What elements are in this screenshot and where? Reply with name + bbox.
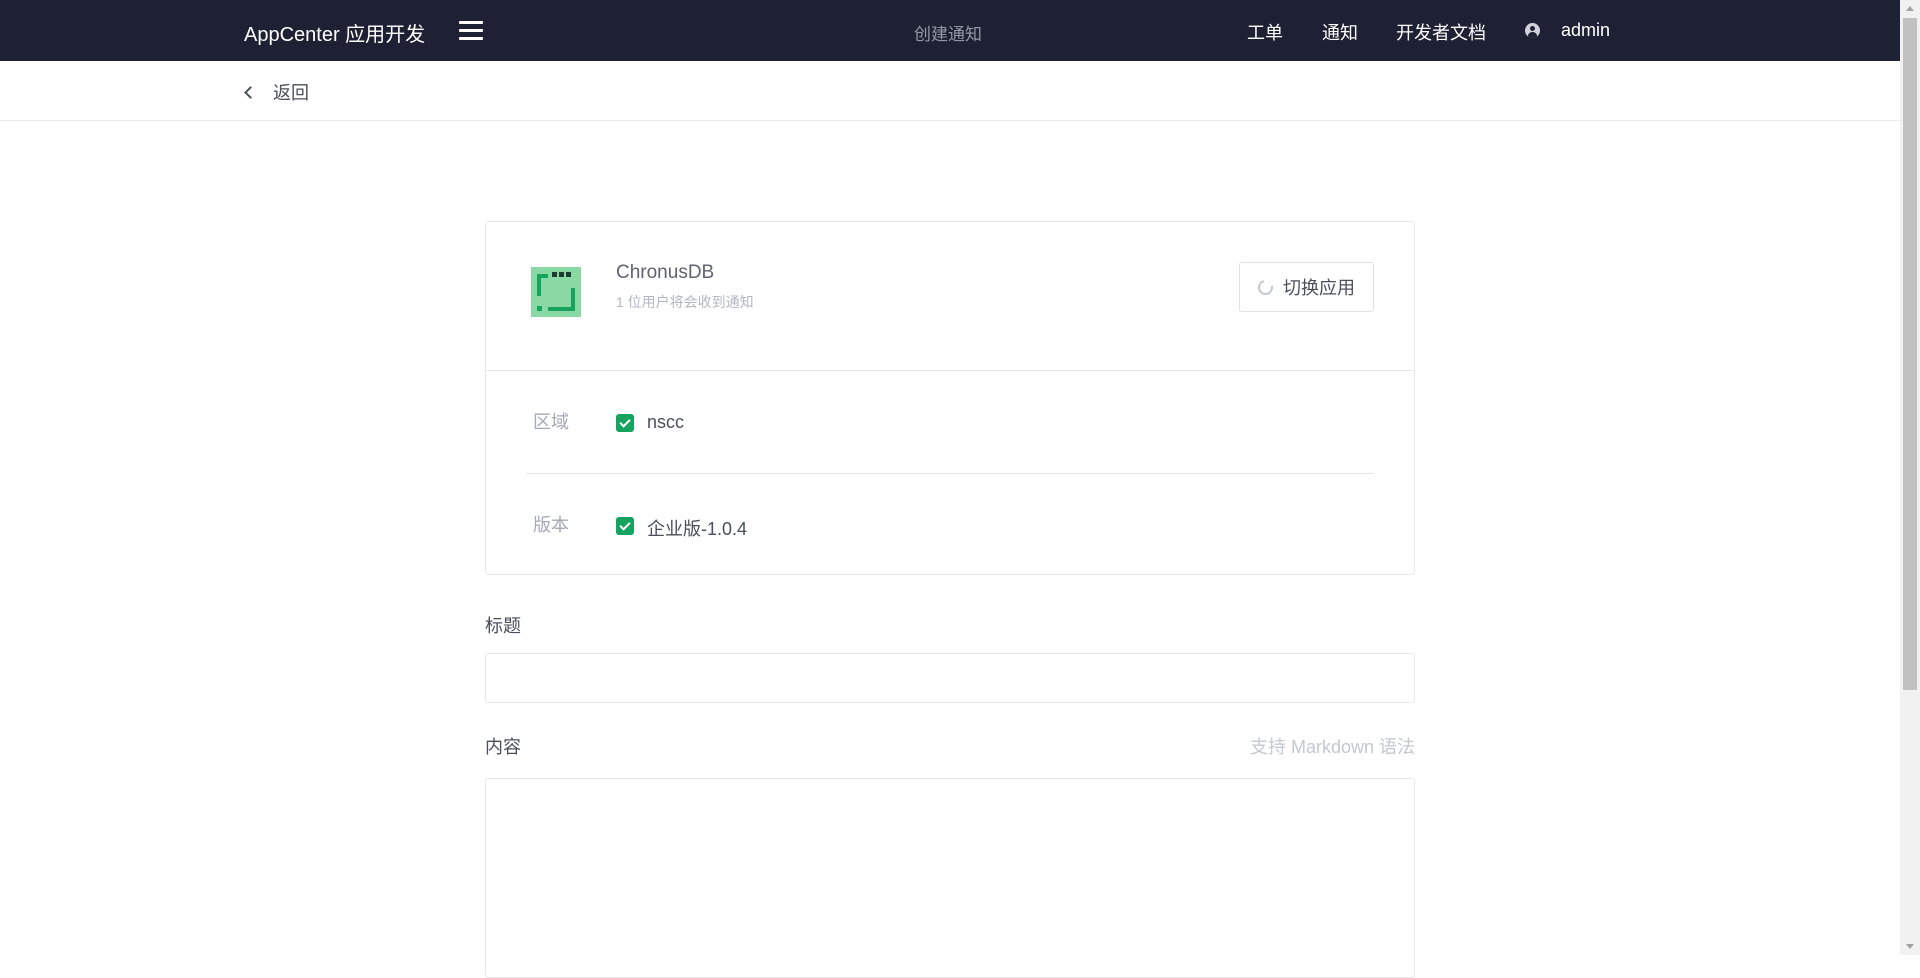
checkbox-checked-icon[interactable] bbox=[616, 414, 634, 432]
region-label: 区域 bbox=[533, 412, 569, 432]
back-button[interactable]: 返回 bbox=[244, 79, 309, 105]
top-navbar: AppCenter 应用开发 创建通知 工单 通知 开发者文档 admin bbox=[0, 0, 1900, 61]
checkbox-checked-icon[interactable] bbox=[616, 517, 634, 535]
switch-app-button[interactable]: 切换应用 bbox=[1239, 262, 1374, 312]
page-title: 创建通知 bbox=[914, 25, 982, 44]
page-scrollbar[interactable] bbox=[1900, 0, 1920, 955]
title-input[interactable] bbox=[485, 653, 1415, 703]
scroll-down-icon[interactable] bbox=[1906, 944, 1914, 949]
version-option-label[interactable]: 企业版-1.0.4 bbox=[647, 515, 747, 541]
refresh-icon bbox=[1255, 276, 1276, 298]
region-row: 区域 nscc bbox=[526, 372, 1374, 474]
menu-icon[interactable] bbox=[459, 21, 483, 41]
recipients-note: 1 位用户将会收到通知 bbox=[616, 294, 754, 310]
user-icon[interactable] bbox=[1525, 23, 1540, 38]
user-name[interactable]: admin bbox=[1561, 20, 1610, 41]
nav-item-notifications[interactable]: 通知 bbox=[1322, 19, 1358, 45]
scroll-up-icon[interactable] bbox=[1906, 6, 1914, 11]
content-label: 内容 bbox=[485, 737, 521, 757]
scroll-thumb[interactable] bbox=[1903, 18, 1917, 690]
nav-item-dev-docs[interactable]: 开发者文档 bbox=[1396, 19, 1486, 45]
sub-toolbar: 返回 bbox=[0, 61, 1900, 121]
brand-title[interactable]: AppCenter 应用开发 bbox=[244, 18, 425, 47]
nav-item-tickets[interactable]: 工单 bbox=[1247, 19, 1283, 45]
title-label: 标题 bbox=[485, 616, 521, 636]
switch-app-label: 切换应用 bbox=[1283, 278, 1355, 298]
version-row: 版本 企业版-1.0.4 bbox=[526, 475, 1374, 575]
app-name: ChronusDB bbox=[616, 262, 715, 283]
back-label: 返回 bbox=[273, 83, 309, 103]
app-header: ChronusDB 1 位用户将会收到通知 切换应用 bbox=[486, 222, 1414, 371]
app-card: ChronusDB 1 位用户将会收到通知 切换应用 区域 nscc 版本 企业… bbox=[485, 221, 1415, 575]
region-option-label[interactable]: nscc bbox=[647, 412, 684, 433]
chevron-left-icon bbox=[244, 85, 257, 99]
version-label: 版本 bbox=[533, 515, 569, 535]
app-logo bbox=[531, 267, 581, 317]
markdown-hint: 支持 Markdown 语法 bbox=[1249, 737, 1415, 757]
content-textarea[interactable] bbox=[485, 778, 1415, 978]
